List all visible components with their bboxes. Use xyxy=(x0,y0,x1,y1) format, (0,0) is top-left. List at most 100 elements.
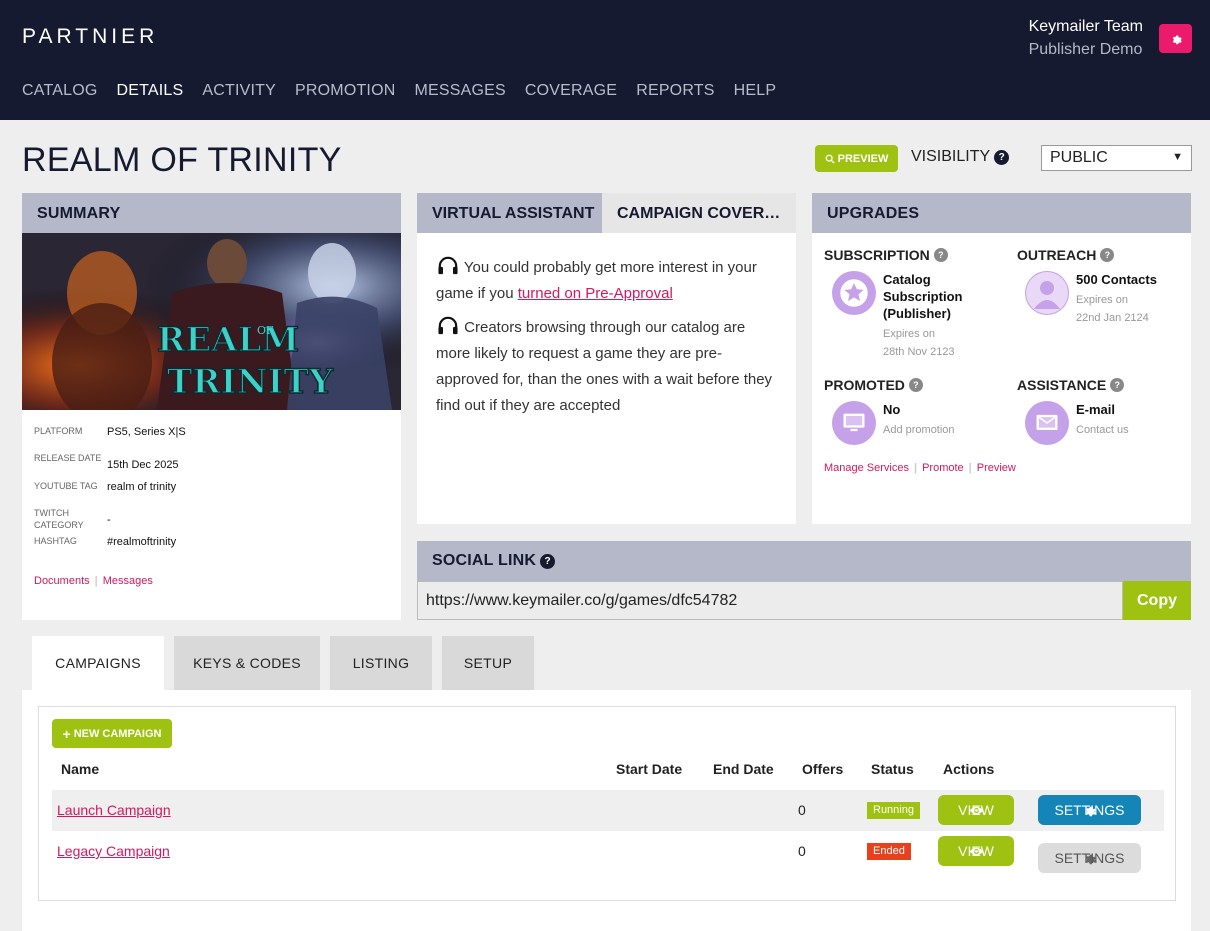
game-cover-image: REALM TRINITY OF xyxy=(22,233,401,410)
nav-messages[interactable]: MESSAGES xyxy=(414,82,505,100)
help-icon[interactable]: ? xyxy=(933,248,948,262)
column-end-date[interactable]: End Date xyxy=(713,761,774,777)
table-header: Name Start Date End Date Offers Status A… xyxy=(39,761,1175,785)
meta-value: PS5, Series X|S xyxy=(107,426,186,438)
meta-value: #realmoftrinity xyxy=(107,536,177,548)
upgrade-value: No xyxy=(883,402,901,417)
gear-icon xyxy=(1172,35,1182,44)
preview-label: PREVIEW xyxy=(837,152,889,165)
meta-label: HASHTAG xyxy=(34,536,77,546)
nav-help[interactable]: HELP xyxy=(734,82,777,100)
copy-button[interactable]: Copy xyxy=(1123,581,1191,620)
nav-catalog[interactable]: CATALOG xyxy=(22,82,98,100)
new-campaign-button[interactable]: + NEW CAMPAIGN xyxy=(52,719,172,748)
offers-count: 0 xyxy=(798,843,806,859)
headset-icon xyxy=(438,256,458,275)
upgrade-value: Catalog Subscription (Publisher) xyxy=(883,272,963,321)
new-campaign-label: NEW CAMPAIGN xyxy=(73,727,162,740)
assistant-text: Creators browsing through our catalog ar… xyxy=(436,319,773,414)
star-icon xyxy=(832,271,876,315)
user-name: Keymailer Team xyxy=(1028,18,1143,35)
tab-keys-codes[interactable]: KEYS & CODES xyxy=(174,636,320,690)
table-row: Legacy Campaign 0 Ended VIEW SETTINGS xyxy=(52,831,1164,873)
upgrade-sub: 28th Nov 2123 xyxy=(883,346,955,358)
help-icon[interactable]: ? xyxy=(908,378,923,392)
help-icon[interactable]: ? xyxy=(1110,378,1125,392)
nav-details[interactable]: DETAILS xyxy=(117,82,184,100)
nav-promotion[interactable]: PROMOTION xyxy=(295,82,395,100)
upgrade-subscription: SUBSCRIPTION? Catalog Subscription (Publ… xyxy=(824,247,1004,358)
campaigns-table-box: + NEW CAMPAIGN Name Start Date End Date … xyxy=(38,706,1176,901)
meta-value: realm of trinity xyxy=(107,481,177,493)
preview-button[interactable]: PREVIEW xyxy=(815,145,898,172)
visibility-select[interactable]: PUBLIC ▼ xyxy=(1041,145,1192,171)
tab-campaigns[interactable]: CAMPAIGNS xyxy=(32,636,164,690)
help-icon[interactable]: ? xyxy=(994,149,1010,165)
contact-us-link[interactable]: Contact us xyxy=(1076,421,1191,439)
nav-activity[interactable]: ACTIVITY xyxy=(202,82,276,100)
messages-link[interactable]: Messages xyxy=(103,575,153,587)
account-settings-button[interactable] xyxy=(1159,24,1192,53)
settings-label: SETTINGS xyxy=(1054,850,1125,866)
upgrade-promoted: PROMOTED? No Add promotion xyxy=(824,377,1004,445)
upgrade-assistance: ASSISTANCE? E-mail Contact us xyxy=(1017,377,1197,445)
user-info[interactable]: Keymailer Team Publisher Demo xyxy=(1029,18,1143,59)
column-start-date[interactable]: Start Date xyxy=(616,761,682,777)
column-actions: Actions xyxy=(943,761,995,777)
upgrade-title: OUTREACH xyxy=(1017,247,1097,263)
social-link-heading: SOCIAL LINK ? xyxy=(417,541,1191,581)
game-metadata: PLATFORM PS5, Series X|S RELEASE DATE 15… xyxy=(34,425,394,562)
summary-links: Documents | Messages xyxy=(34,575,153,587)
summary-panel: SUMMARY REALM TRINITY OF PLATFORM PS5, S… xyxy=(22,193,401,620)
meta-label: TWITCH CATEGORY xyxy=(34,508,84,530)
tab-campaign-coverage[interactable]: CAMPAIGN COVER… xyxy=(602,193,796,233)
meta-label: YOUTUBE TAG xyxy=(34,481,98,491)
plus-icon: + xyxy=(62,725,71,742)
assistant-messages: You could probably get more interest in … xyxy=(417,233,796,419)
column-status[interactable]: Status xyxy=(871,761,914,777)
upgrade-links: Manage Services | Promote | Preview xyxy=(824,462,1016,474)
upgrade-title: SUBSCRIPTION xyxy=(824,247,930,263)
meta-value: 15th Dec 2025 xyxy=(107,459,179,471)
campaign-name-link[interactable]: Launch Campaign xyxy=(57,802,171,818)
manage-services-link[interactable]: Manage Services xyxy=(824,462,909,474)
campaigns-panel: + NEW CAMPAIGN Name Start Date End Date … xyxy=(22,690,1191,931)
preview-link[interactable]: Preview xyxy=(977,462,1016,474)
summary-heading: SUMMARY xyxy=(22,193,401,233)
campaign-tabs: CAMPAIGNS KEYS & CODES LISTING SETUP xyxy=(32,636,534,690)
search-icon xyxy=(825,154,835,164)
documents-link[interactable]: Documents xyxy=(34,575,90,587)
add-promotion-link[interactable]: Add promotion xyxy=(883,421,998,439)
help-icon[interactable]: ? xyxy=(540,553,556,569)
column-offers[interactable]: Offers xyxy=(802,761,843,777)
headset-icon xyxy=(438,316,458,335)
user-organization: Publisher Demo xyxy=(1028,41,1143,58)
help-icon[interactable]: ? xyxy=(1100,248,1115,262)
visibility-text: VISIBILITY xyxy=(911,148,991,165)
promote-link[interactable]: Promote xyxy=(922,462,964,474)
nav-reports[interactable]: REPORTS xyxy=(636,82,714,100)
pre-approval-link[interactable]: turned on Pre-Approval xyxy=(518,285,673,302)
partnier-logo[interactable]: PARTNIER xyxy=(22,25,158,49)
tab-setup[interactable]: SETUP xyxy=(442,636,534,690)
assistant-panel: VIRTUAL ASSISTANT CAMPAIGN COVER… You co… xyxy=(417,193,796,524)
upgrade-value: 500 Contacts xyxy=(1076,272,1157,287)
view-button[interactable]: VIEW xyxy=(938,795,1014,825)
upgrades-heading: UPGRADES xyxy=(812,193,1191,233)
campaign-name-link[interactable]: Legacy Campaign xyxy=(57,843,170,859)
nav-coverage[interactable]: COVERAGE xyxy=(525,82,617,100)
settings-button[interactable]: SETTINGS xyxy=(1038,795,1141,825)
settings-label: SETTINGS xyxy=(1054,802,1125,818)
meta-hashtag: HASHTAG #realmoftrinity xyxy=(34,535,394,562)
meta-release-date: RELEASE DATE 15th Dec 2025 xyxy=(34,452,394,480)
main-nav: CATALOG DETAILS ACTIVITY PROMOTION MESSA… xyxy=(22,82,795,100)
tab-listing[interactable]: LISTING xyxy=(330,636,432,690)
meta-youtube-tag: YOUTUBE TAG realm of trinity xyxy=(34,480,394,507)
tab-virtual-assistant[interactable]: VIRTUAL ASSISTANT xyxy=(417,193,602,233)
game-cover-art: REALM TRINITY OF xyxy=(22,233,401,410)
svg-text:OF: OF xyxy=(257,324,274,337)
social-link-field[interactable]: https://www.keymailer.co/g/games/dfc5478… xyxy=(417,581,1123,620)
column-name[interactable]: Name xyxy=(61,761,99,777)
view-button[interactable]: VIEW xyxy=(938,836,1014,866)
settings-button[interactable]: SETTINGS xyxy=(1038,843,1141,873)
